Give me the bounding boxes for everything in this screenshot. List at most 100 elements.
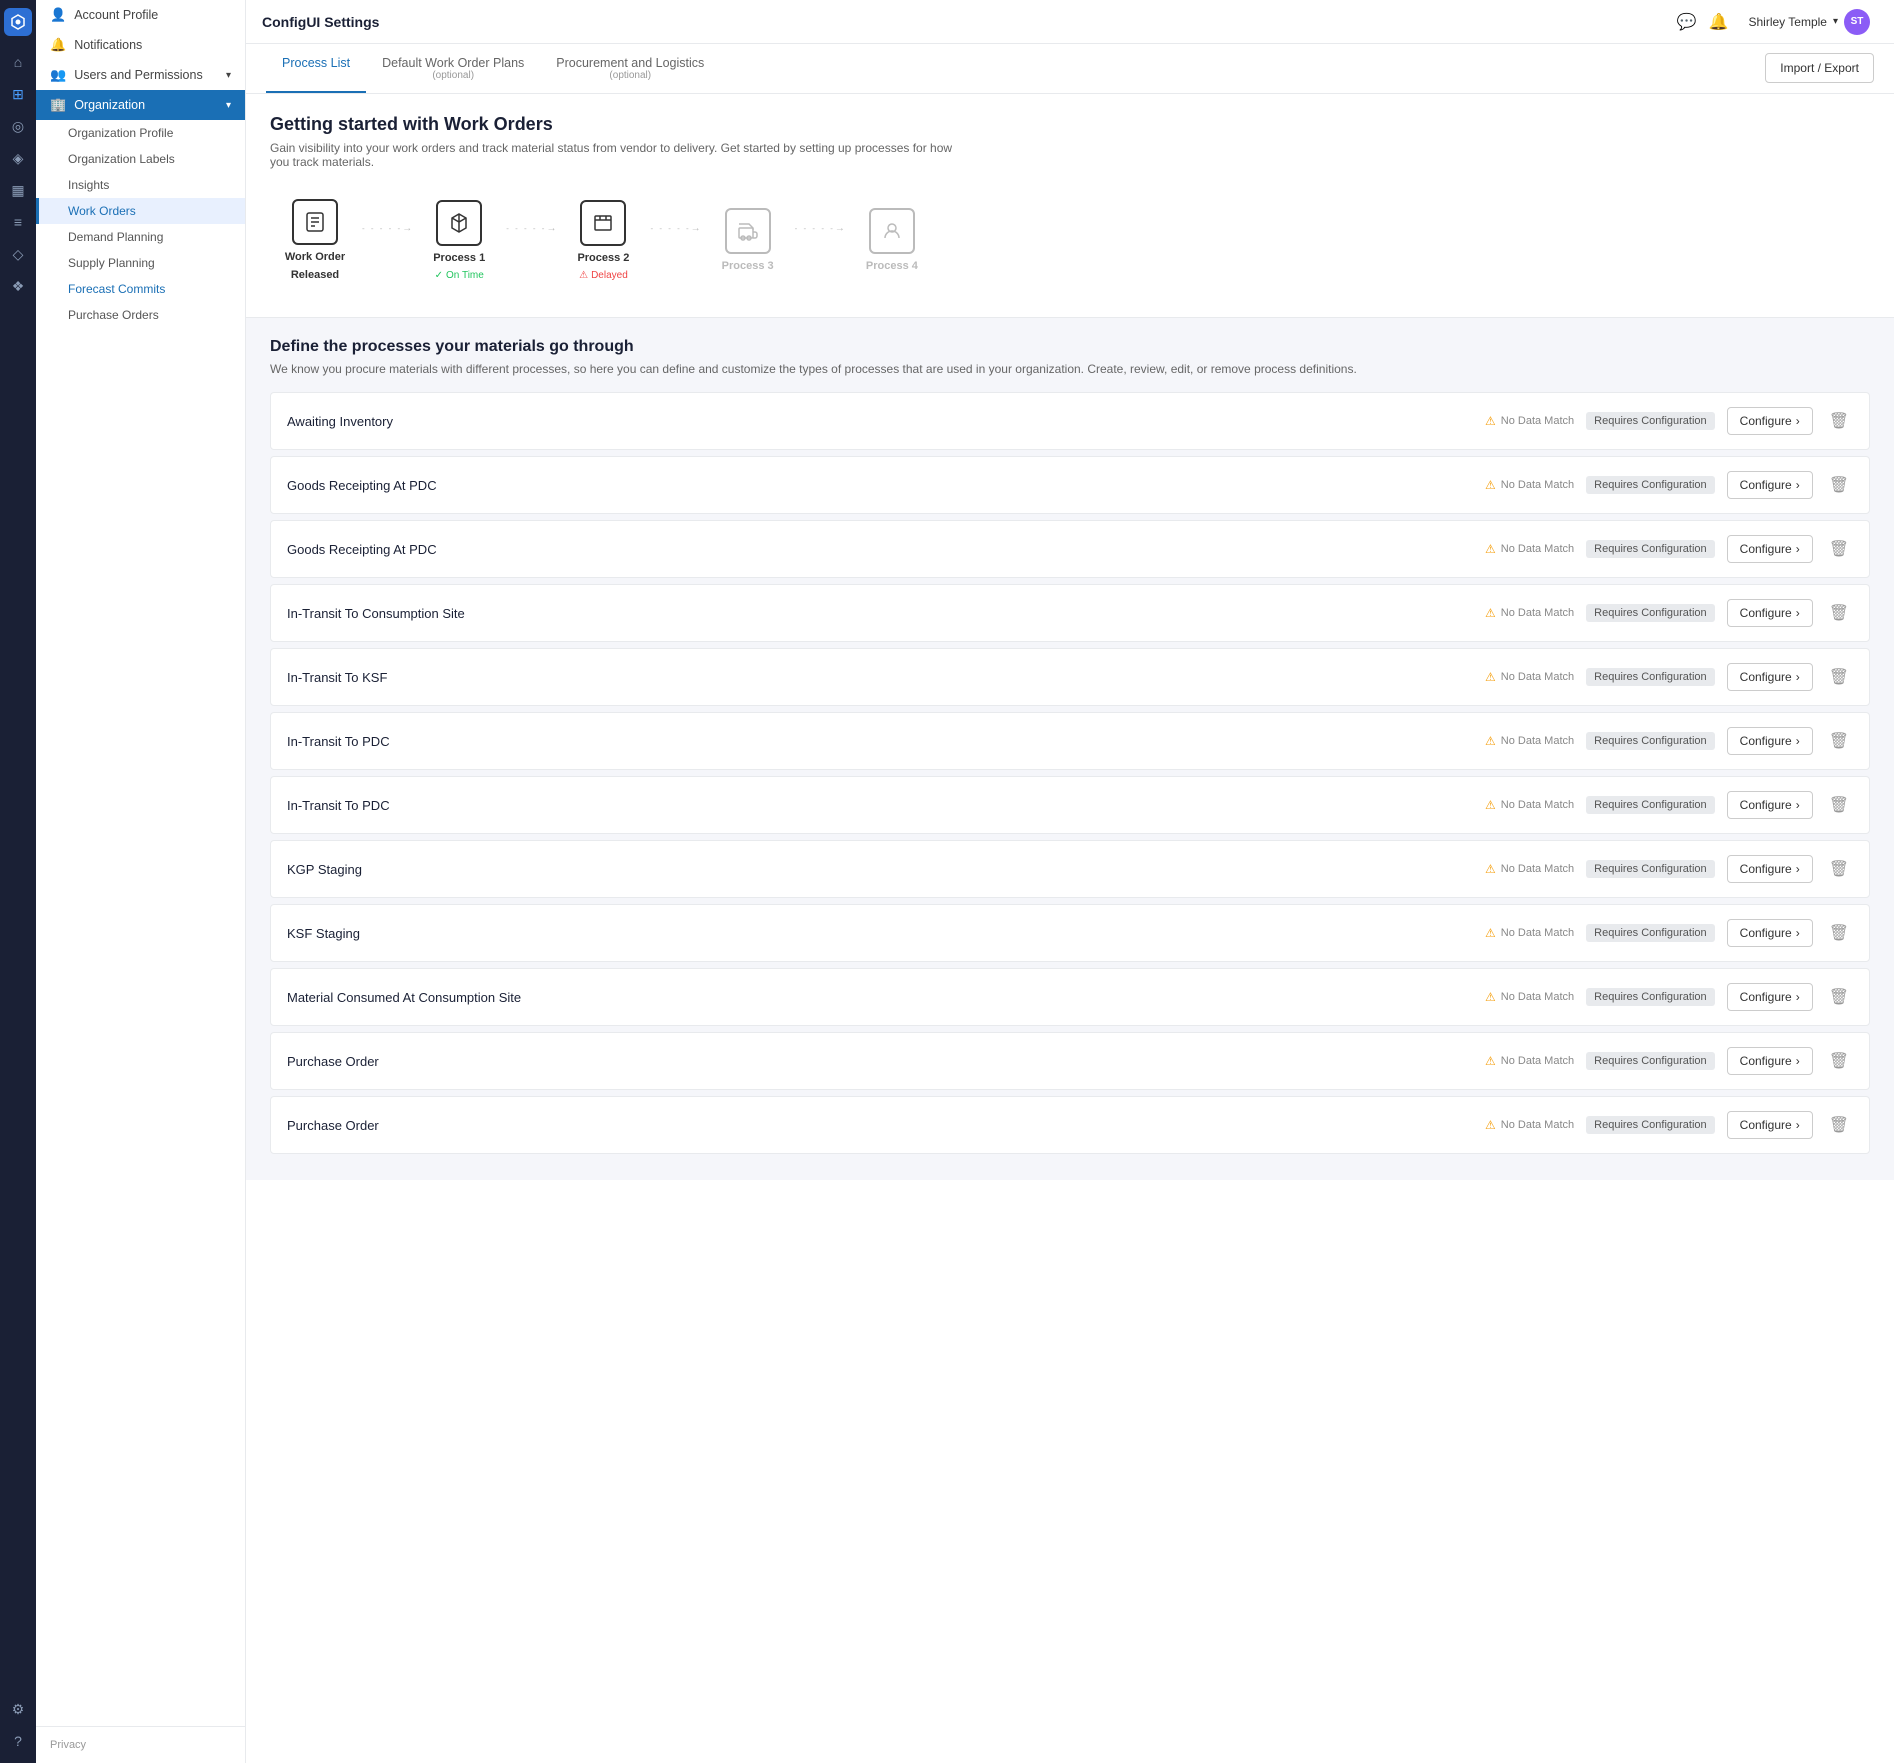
pin-icon[interactable]: ◈ [4, 144, 32, 172]
delete-button[interactable]: 🗑 [1825, 855, 1853, 883]
no-data-match: ⚠ No Data Match [1485, 1118, 1574, 1132]
delete-button[interactable]: 🗑 [1825, 407, 1853, 435]
sidebar-item-supply-planning[interactable]: Supply Planning [36, 250, 245, 276]
delete-button[interactable]: 🗑 [1825, 599, 1853, 627]
sidebar-item-users-permissions[interactable]: 👥 Users and Permissions ▾ [36, 60, 245, 90]
table-row: KGP Staging ⚠ No Data Match Requires Con… [270, 840, 1870, 898]
bell-icon[interactable]: 🔔 [1709, 12, 1729, 32]
user-menu[interactable]: Shirley Temple ▾ ST [1740, 5, 1878, 39]
table-row: In-Transit To KSF ⚠ No Data Match Requir… [270, 648, 1870, 706]
demand-planning-label: Demand Planning [68, 230, 163, 244]
tabs-left: Process List Default Work Order Plans (o… [266, 44, 720, 93]
process-1-name: Process 1 [433, 252, 485, 264]
table-row: Goods Receipting At PDC ⚠ No Data Match … [270, 520, 1870, 578]
sidebar-item-demand-planning[interactable]: Demand Planning [36, 224, 245, 250]
top-bar: ConfigUI Settings 💬 🔔 Shirley Temple ▾ S… [246, 0, 1894, 44]
users-permissions-chevron: ▾ [226, 70, 231, 81]
chevron-down-icon: ▾ [1833, 16, 1838, 27]
process-3-name: Process 3 [722, 260, 774, 272]
help-icon[interactable]: ? [4, 1727, 32, 1755]
sidebar-item-org-profile[interactable]: Organization Profile [36, 120, 245, 146]
sidebar-label-organization: Organization [74, 98, 218, 112]
sidebar-item-org-labels[interactable]: Organization Labels [36, 146, 245, 172]
puzzle-icon[interactable]: ❖ [4, 272, 32, 300]
process-row-name: Purchase Order [287, 1118, 1473, 1133]
no-data-match: ⚠ No Data Match [1485, 990, 1574, 1004]
define-description: We know you procure materials with diffe… [270, 362, 1870, 376]
configure-button[interactable]: Configure › [1727, 919, 1813, 947]
chevron-right-icon: › [1796, 1118, 1800, 1132]
sidebar-item-account-profile[interactable]: 👤 Account Profile [36, 0, 245, 30]
delete-button[interactable]: 🗑 [1825, 791, 1853, 819]
process-row-name: Goods Receipting At PDC [287, 542, 1473, 557]
delete-button[interactable]: 🗑 [1825, 663, 1853, 691]
tab-default-work-order[interactable]: Default Work Order Plans (optional) [366, 44, 540, 93]
process-row-name: In-Transit To KSF [287, 670, 1473, 685]
configure-button[interactable]: Configure › [1727, 1047, 1813, 1075]
sidebar-item-notifications[interactable]: 🔔 Notifications [36, 30, 245, 60]
requires-configuration-badge: Requires Configuration [1586, 860, 1715, 878]
sidebar-item-insights[interactable]: Insights [36, 172, 245, 198]
configure-button[interactable]: Configure › [1727, 471, 1813, 499]
purchase-orders-label: Purchase Orders [68, 308, 159, 322]
configure-button[interactable]: Configure › [1727, 1111, 1813, 1139]
work-order-name: Work Order [285, 251, 345, 263]
arrow-2: - - - - - → [504, 223, 558, 234]
table-row: In-Transit To Consumption Site ⚠ No Data… [270, 584, 1870, 642]
configure-button[interactable]: Configure › [1727, 663, 1813, 691]
chevron-right-icon: › [1796, 606, 1800, 620]
table-row: Purchase Order ⚠ No Data Match Requires … [270, 1096, 1870, 1154]
sidebar-item-work-orders[interactable]: Work Orders [36, 198, 245, 224]
grid-icon[interactable]: ⊞ [4, 80, 32, 108]
getting-started-title: Getting started with Work Orders [270, 114, 1870, 135]
delayed-warning-icon: ⚠ [579, 270, 588, 281]
main-container: ConfigUI Settings 💬 🔔 Shirley Temple ▾ S… [246, 0, 1894, 1763]
process-2-name: Process 2 [577, 252, 629, 264]
work-orders-label: Work Orders [68, 204, 136, 218]
table-row: In-Transit To PDC ⚠ No Data Match Requir… [270, 776, 1870, 834]
home-icon[interactable]: ⌂ [4, 48, 32, 76]
process-row-name: Material Consumed At Consumption Site [287, 990, 1473, 1005]
sidebar-item-forecast-commits[interactable]: Forecast Commits [36, 276, 245, 302]
configure-button[interactable]: Configure › [1727, 599, 1813, 627]
configure-button[interactable]: Configure › [1727, 791, 1813, 819]
configure-button[interactable]: Configure › [1727, 727, 1813, 755]
delete-button[interactable]: 🗑 [1825, 471, 1853, 499]
warning-icon: ⚠ [1485, 414, 1496, 428]
delete-button[interactable]: 🗑 [1825, 727, 1853, 755]
delete-button[interactable]: 🗑 [1825, 919, 1853, 947]
globe-icon[interactable]: ◎ [4, 112, 32, 140]
organization-icon: 🏢 [50, 97, 66, 113]
process-row-name: In-Transit To PDC [287, 734, 1473, 749]
sidebar-item-organization[interactable]: 🏢 Organization ▾ [36, 90, 245, 120]
requires-configuration-badge: Requires Configuration [1586, 604, 1715, 622]
app-logo[interactable] [4, 8, 32, 36]
requires-configuration-badge: Requires Configuration [1586, 668, 1715, 686]
content-inner: Process List Default Work Order Plans (o… [246, 44, 1894, 1763]
tab-process-list[interactable]: Process List [266, 44, 366, 93]
configure-button[interactable]: Configure › [1727, 535, 1813, 563]
configure-button[interactable]: Configure › [1727, 983, 1813, 1011]
import-export-button[interactable]: Import / Export [1765, 53, 1874, 83]
chart-icon[interactable]: ▦ [4, 176, 32, 204]
avatar: ST [1844, 9, 1870, 35]
configure-button[interactable]: Configure › [1727, 855, 1813, 883]
requires-configuration-badge: Requires Configuration [1586, 924, 1715, 942]
delete-button[interactable]: 🗑 [1825, 983, 1853, 1011]
tab-procurement-logistics[interactable]: Procurement and Logistics (optional) [540, 44, 720, 93]
tag-icon[interactable]: ◇ [4, 240, 32, 268]
notifications-icon: 🔔 [50, 37, 66, 53]
delete-button[interactable]: 🗑 [1825, 535, 1853, 563]
chat-icon[interactable]: 💬 [1677, 12, 1697, 32]
sidebar-item-purchase-orders[interactable]: Purchase Orders [36, 302, 245, 328]
warning-icon: ⚠ [1485, 862, 1496, 876]
define-title: Define the processes your materials go t… [270, 338, 1870, 356]
delete-button[interactable]: 🗑 [1825, 1111, 1853, 1139]
privacy-label[interactable]: Privacy [50, 1739, 86, 1751]
list-icon[interactable]: ≡ [4, 208, 32, 236]
warning-icon: ⚠ [1485, 990, 1496, 1004]
configure-button[interactable]: Configure › [1727, 407, 1813, 435]
delete-button[interactable]: 🗑 [1825, 1047, 1853, 1075]
requires-configuration-badge: Requires Configuration [1586, 732, 1715, 750]
settings-bottom-icon[interactable]: ⚙ [4, 1695, 32, 1723]
